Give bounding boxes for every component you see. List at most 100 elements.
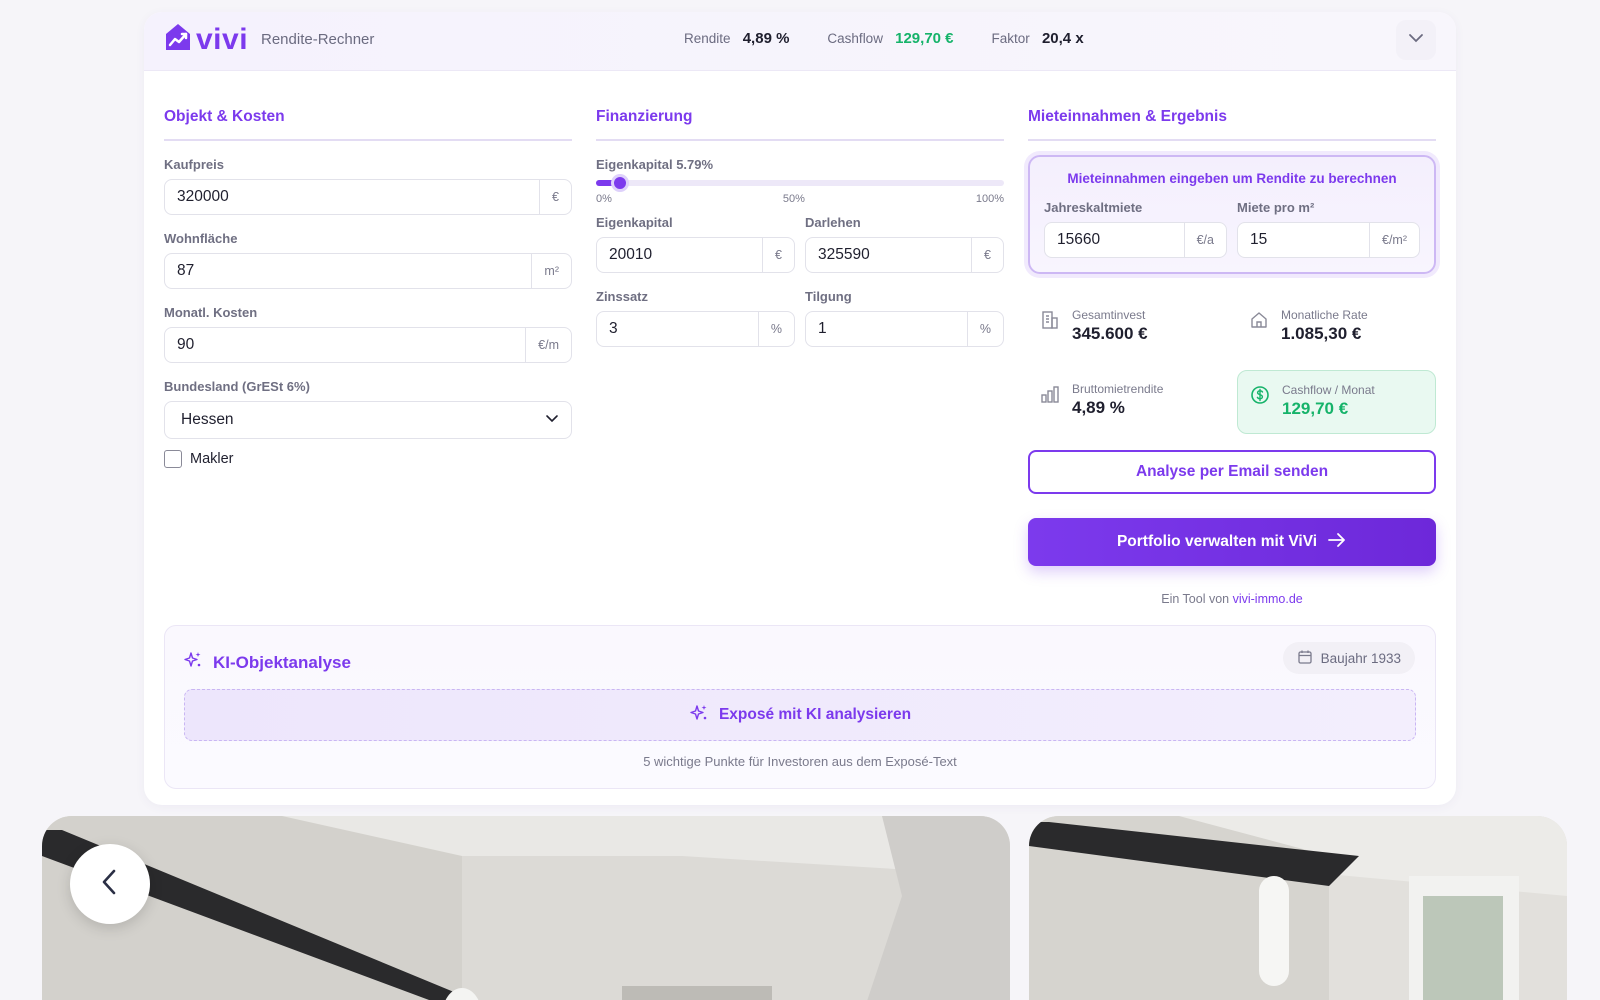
field-label: Zinssatz xyxy=(596,289,649,304)
unit-label: € xyxy=(762,238,794,272)
slider-handle[interactable] xyxy=(610,174,629,192)
input-value[interactable]: 20010 xyxy=(597,238,762,272)
section-title: Mieteinnahmen & Ergebnis xyxy=(1028,108,1436,141)
app-subtitle: Rendite-Rechner xyxy=(261,31,375,48)
eigenkapital-darlehen-row: Eigenkapital 20010 € Darlehen 325590 € xyxy=(596,205,1004,273)
input-value[interactable]: 320000 xyxy=(165,180,539,214)
unit-label: €/m xyxy=(525,328,571,362)
sparkles-icon xyxy=(689,703,719,728)
kpi-faktor: Faktor 20,4 x xyxy=(992,30,1084,47)
field-label: Monatl. Kosten xyxy=(164,305,258,320)
kpi-value: 129,70 € xyxy=(895,30,954,47)
zins-tilgung-row: Zinssatz 3 % Tilgung 1 % xyxy=(596,273,1004,347)
input-value[interactable]: 325590 xyxy=(806,238,971,272)
ki-note: 5 wichtige Punkte für Investoren aus dem… xyxy=(643,754,957,769)
field-label: Tilgung xyxy=(805,289,852,304)
sparkles-icon xyxy=(183,650,213,675)
button-label: Portfolio verwalten mit ViVi xyxy=(1116,533,1318,550)
tick-label: 50% xyxy=(782,193,805,205)
kpi-value: 4,89 % xyxy=(742,30,790,47)
vivi-logo[interactable]: vivi xyxy=(164,22,248,57)
objekt-section: Objekt & Kosten Kaufpreis 320000 € Wohnf… xyxy=(164,108,572,468)
field-label: Darlehen xyxy=(805,215,861,230)
kpi-label: Cashflow xyxy=(827,31,883,46)
finanzierung-section: Finanzierung Eigenkapital 5.79% 0% 50% 1… xyxy=(596,108,1004,347)
kpi-label: Rendite xyxy=(684,31,731,46)
ki-title-row: KI-Objektanalyse xyxy=(183,650,351,675)
vivi-immo-link[interactable]: vivi-immo.de xyxy=(1233,592,1303,606)
analyze-expose-button[interactable]: Exposé mit KI analysieren xyxy=(184,689,1416,741)
chevron-down-icon xyxy=(545,411,559,430)
unit-label: € xyxy=(539,180,571,214)
wohnflaeche-input[interactable]: 87 m² xyxy=(164,253,572,289)
field-label: Bundesland (GrESt 6%) xyxy=(164,379,310,394)
tick-label: 100% xyxy=(975,193,1004,205)
ki-analysis-panel: KI-Objektanalyse Baujahr 1933 Exposé mit… xyxy=(164,625,1436,789)
makler-checkbox-row[interactable]: Makler xyxy=(164,450,572,468)
house-icon xyxy=(1249,310,1271,335)
slider-ticks: 0% 50% 100% xyxy=(596,193,1004,205)
kaufpreis-input[interactable]: 320000 € xyxy=(164,179,572,215)
field-label: Miete pro m² xyxy=(1237,200,1315,215)
slider-label: Eigenkapital 5.79% xyxy=(596,157,714,172)
unit-label: € xyxy=(971,238,1003,272)
stat-value: 129,70 € xyxy=(1282,399,1349,418)
stat-value: 345.600 € xyxy=(1072,324,1148,343)
kpi-rendite: Rendite 4,89 % xyxy=(684,30,789,47)
arrow-right-icon xyxy=(1317,532,1347,553)
zinssatz-input[interactable]: 3 % xyxy=(596,311,795,347)
bundesland-select[interactable]: Hessen xyxy=(164,401,572,439)
stat-value: 1.085,30 € xyxy=(1281,324,1362,343)
bruttomietrendite-stat: Bruttomietrendite 4,89 % xyxy=(1028,370,1227,434)
chevron-left-icon xyxy=(99,867,121,902)
jahreskaltmiete-input[interactable]: 15660 €/a xyxy=(1044,222,1227,258)
ki-title: KI-Objektanalyse xyxy=(213,652,351,672)
field-label: Wohnfläche xyxy=(164,231,238,246)
section-title: Objekt & Kosten xyxy=(164,108,572,141)
property-photo[interactable] xyxy=(42,816,1010,1000)
email-analysis-button[interactable]: Analyse per Email senden xyxy=(1028,450,1436,494)
input-value[interactable]: 1 xyxy=(806,312,967,346)
input-value[interactable]: 90 xyxy=(165,328,525,362)
monatl-kosten-input[interactable]: 90 €/m xyxy=(164,327,572,363)
room-photo-left xyxy=(42,816,1010,1000)
chevron-down-icon xyxy=(1407,29,1425,52)
makler-checkbox[interactable] xyxy=(164,450,182,468)
button-label: Exposé mit KI analysieren xyxy=(718,706,912,723)
input-value[interactable]: 15660 xyxy=(1045,223,1184,257)
section-title: Finanzierung xyxy=(596,108,1004,141)
unit-label: €/m² xyxy=(1369,223,1419,257)
gallery-prev-button[interactable] xyxy=(70,844,150,924)
property-photo[interactable] xyxy=(1029,816,1567,1000)
gesamtinvest-stat: Gesamtinvest 345.600 € xyxy=(1028,296,1227,360)
field-label: Jahreskaltmiete xyxy=(1044,200,1143,215)
checkbox-label: Makler xyxy=(190,451,234,467)
tick-label: 0% xyxy=(596,193,612,205)
miete-pro-qm-input[interactable]: 15 €/m² xyxy=(1237,222,1420,258)
rent-hint: Mieteinnahmen eingeben um Rendite zu ber… xyxy=(1067,171,1397,186)
calendar-icon xyxy=(1297,649,1321,668)
building-icon xyxy=(1040,310,1062,335)
input-value[interactable]: 3 xyxy=(597,312,758,346)
collapse-button[interactable] xyxy=(1396,20,1436,60)
unit-label: % xyxy=(966,312,1003,346)
eigenkapital-input[interactable]: 20010 € xyxy=(596,237,795,273)
room-photo-right xyxy=(1029,816,1567,1000)
stat-label: Gesamtinvest xyxy=(1072,308,1146,322)
darlehen-input[interactable]: 325590 € xyxy=(805,237,1004,273)
dollar-circle-icon xyxy=(1250,385,1272,410)
input-value[interactable]: 15 xyxy=(1238,223,1369,257)
input-value[interactable]: 87 xyxy=(165,254,531,288)
stat-label: Cashflow / Monat xyxy=(1282,383,1375,397)
field-label: Kaufpreis xyxy=(164,157,224,172)
tilgung-input[interactable]: 1 % xyxy=(805,311,1004,347)
unit-label: m² xyxy=(531,254,571,288)
footer-note: Ein Tool von vivi-immo.de xyxy=(1028,592,1436,606)
stat-label: Monatliche Rate xyxy=(1281,308,1368,322)
house-chart-logo-icon xyxy=(164,22,192,57)
eigenkapital-slider[interactable] xyxy=(596,174,1004,192)
portfolio-button[interactable]: Portfolio verwalten mit ViVi xyxy=(1028,518,1436,566)
kpi-cashflow: Cashflow 129,70 € xyxy=(827,30,953,47)
results-grid: Gesamtinvest 345.600 € Monatliche Rate 1… xyxy=(1028,296,1436,434)
brand-name: vivi xyxy=(196,22,249,56)
